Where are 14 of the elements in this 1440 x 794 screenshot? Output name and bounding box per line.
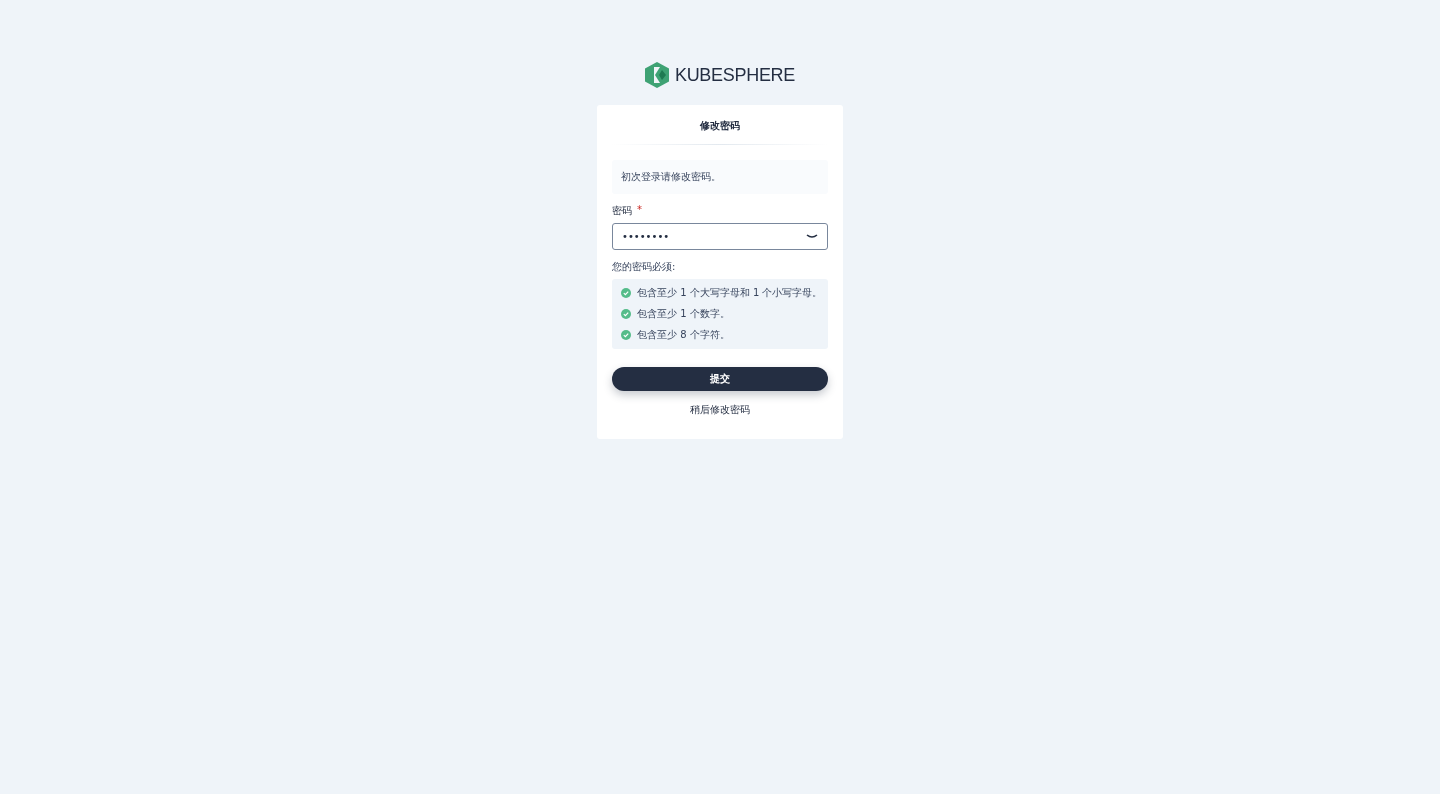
logo-text: KUBESPHERE	[674, 64, 795, 86]
rule-text: 包含至少 1 个数字。	[637, 307, 730, 321]
rules-title: 您的密码必须:	[612, 260, 677, 274]
eye-closed-icon[interactable]	[806, 234, 818, 239]
card-title: 修改密码	[699, 119, 741, 133]
field-label: 密码	[612, 204, 632, 218]
logo-icon	[644, 62, 669, 88]
password-field[interactable]: ••••••••	[612, 223, 828, 250]
rule-text: 包含至少 8 个字符。	[637, 328, 730, 342]
rule-text: 包含至少 1 个大写字母和 1 个小写字母。	[637, 286, 823, 300]
submit-button[interactable]: 提交	[612, 367, 828, 391]
notice-message: 初次登录请修改密码。	[612, 160, 828, 194]
later-link[interactable]: 稍后修改密码	[690, 401, 750, 419]
required-mark: *	[637, 204, 642, 217]
